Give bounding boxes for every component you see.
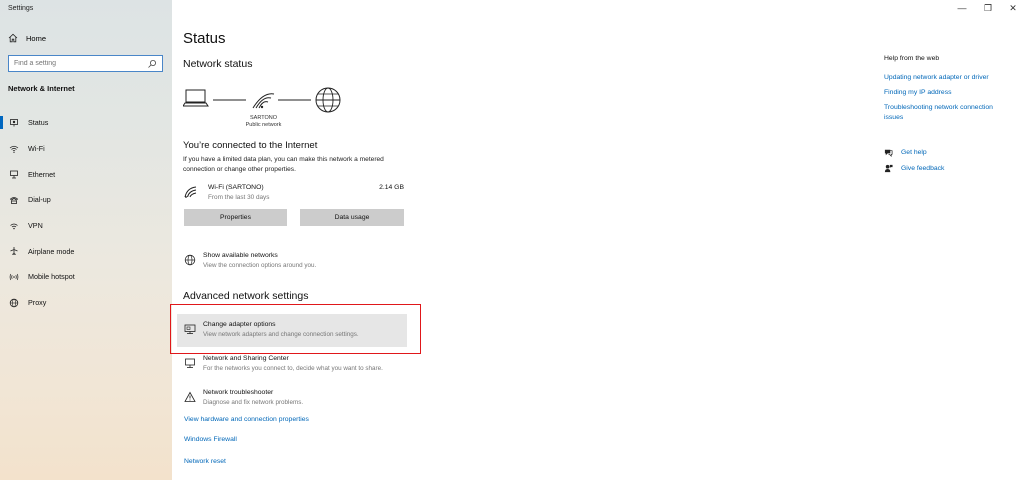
option-description: Diagnose and fix network problems. [203, 399, 304, 406]
highlight-box [170, 304, 421, 354]
sidebar-item-label: Airplane mode [28, 246, 75, 256]
search-box[interactable] [8, 55, 163, 72]
sidebar-item-label: Mobile hotspot [28, 272, 75, 282]
option-title: Show available networks [203, 252, 278, 259]
wifi-signal-icon [184, 186, 197, 198]
connected-description: If you have a limited data plan, you can… [183, 156, 384, 173]
laptop-icon [183, 89, 209, 107]
dialup-icon [9, 197, 19, 204]
network-reset-link[interactable]: Network reset [184, 458, 226, 465]
help-heading: Help from the web [884, 55, 940, 62]
help-link-ip-address[interactable]: Finding my IP address [884, 88, 1014, 98]
connection-row: Wi-Fi (SARTONO) From the last 30 days 2.… [184, 183, 404, 205]
airplane-icon [10, 247, 18, 256]
window-title: Settings [8, 5, 34, 12]
connection-period: From the last 30 days [208, 194, 270, 201]
minimize-button[interactable]: — [953, 3, 971, 13]
hardware-properties-link[interactable]: View hardware and connection properties [184, 416, 309, 423]
home-icon [8, 33, 18, 43]
get-help-label: Get help [901, 149, 927, 156]
restore-button[interactable]: ❐ [979, 3, 997, 14]
globe-icon [9, 298, 19, 307]
sidebar-item-hotspot[interactable]: Mobile hotspot [0, 264, 172, 290]
sidebar-item-airplane[interactable]: Airplane mode [0, 238, 172, 264]
give-feedback-link[interactable]: Give feedback [884, 164, 944, 173]
network-status-heading: Network status [183, 58, 253, 70]
vpn-icon [10, 223, 18, 229]
get-help-link[interactable]: Get help [884, 148, 927, 157]
connected-heading: You’re connected to the Internet [183, 140, 318, 151]
sidebar-nav: Status Wi-Fi Ethernet Dial-up VPN Airpla… [0, 110, 172, 316]
sidebar-item-label: Ethernet [28, 169, 56, 179]
feedback-icon [884, 164, 893, 173]
option-title: Network troubleshooter [203, 389, 274, 396]
hotspot-icon [9, 273, 19, 281]
windows-firewall-link[interactable]: Windows Firewall [184, 436, 237, 443]
sidebar-item-label: Status [28, 118, 49, 128]
sidebar-item-label: VPN [28, 221, 43, 231]
page-title: Status [183, 30, 226, 47]
search-input[interactable] [14, 60, 147, 67]
sharing-center-icon [185, 358, 195, 368]
sidebar-item-label: Proxy [28, 298, 47, 308]
home-nav-item[interactable]: Home [8, 33, 46, 43]
option-description: For the networks you connect to, decide … [203, 365, 383, 372]
help-link-adapter-driver[interactable]: Updating network adapter or driver [884, 73, 1014, 83]
sidebar-item-wifi[interactable]: Wi-Fi [0, 136, 172, 162]
wifi-signal-icon [252, 93, 275, 109]
sidebar: Settings Home Network & Internet Status … [0, 0, 172, 480]
search-icon[interactable] [147, 59, 157, 69]
section-label: Network & Internet [8, 84, 75, 93]
sidebar-item-proxy[interactable]: Proxy [0, 290, 172, 316]
wifi-icon [9, 145, 19, 153]
network-globe-icon [184, 254, 196, 266]
network-name: SARTONO [250, 115, 277, 121]
network-type: Public network [245, 122, 282, 128]
chat-help-icon [884, 149, 893, 157]
home-label: Home [26, 33, 47, 43]
help-link-troubleshooting[interactable]: Troubleshooting network connection issue… [884, 103, 1014, 122]
properties-button[interactable]: Properties [184, 209, 287, 226]
sidebar-item-dialup[interactable]: Dial-up [0, 187, 172, 213]
close-button[interactable]: ✕ [1004, 3, 1022, 14]
sidebar-item-vpn[interactable]: VPN [0, 213, 172, 239]
ethernet-icon [10, 170, 18, 179]
warning-icon [184, 391, 196, 402]
give-feedback-label: Give feedback [901, 165, 945, 172]
main-content: Status Network status SARTONO Public net… [170, 0, 1024, 480]
sidebar-item-ethernet[interactable]: Ethernet [0, 161, 172, 187]
option-title: Network and Sharing Center [203, 355, 289, 362]
sidebar-item-label: Dial-up [28, 195, 51, 205]
data-usage-value: 2.14 GB [379, 184, 404, 191]
connection-name: Wi-Fi (SARTONO) [208, 184, 264, 191]
advanced-heading: Advanced network settings [183, 290, 309, 302]
sidebar-item-status[interactable]: Status [0, 110, 172, 136]
internet-globe-icon [315, 87, 341, 113]
sidebar-item-label: Wi-Fi [28, 144, 45, 154]
data-usage-button[interactable]: Data usage [300, 209, 404, 226]
option-description: View the connection options around you. [203, 262, 317, 269]
status-icon [10, 118, 18, 127]
network-caption: SARTONO Public network [226, 115, 301, 129]
